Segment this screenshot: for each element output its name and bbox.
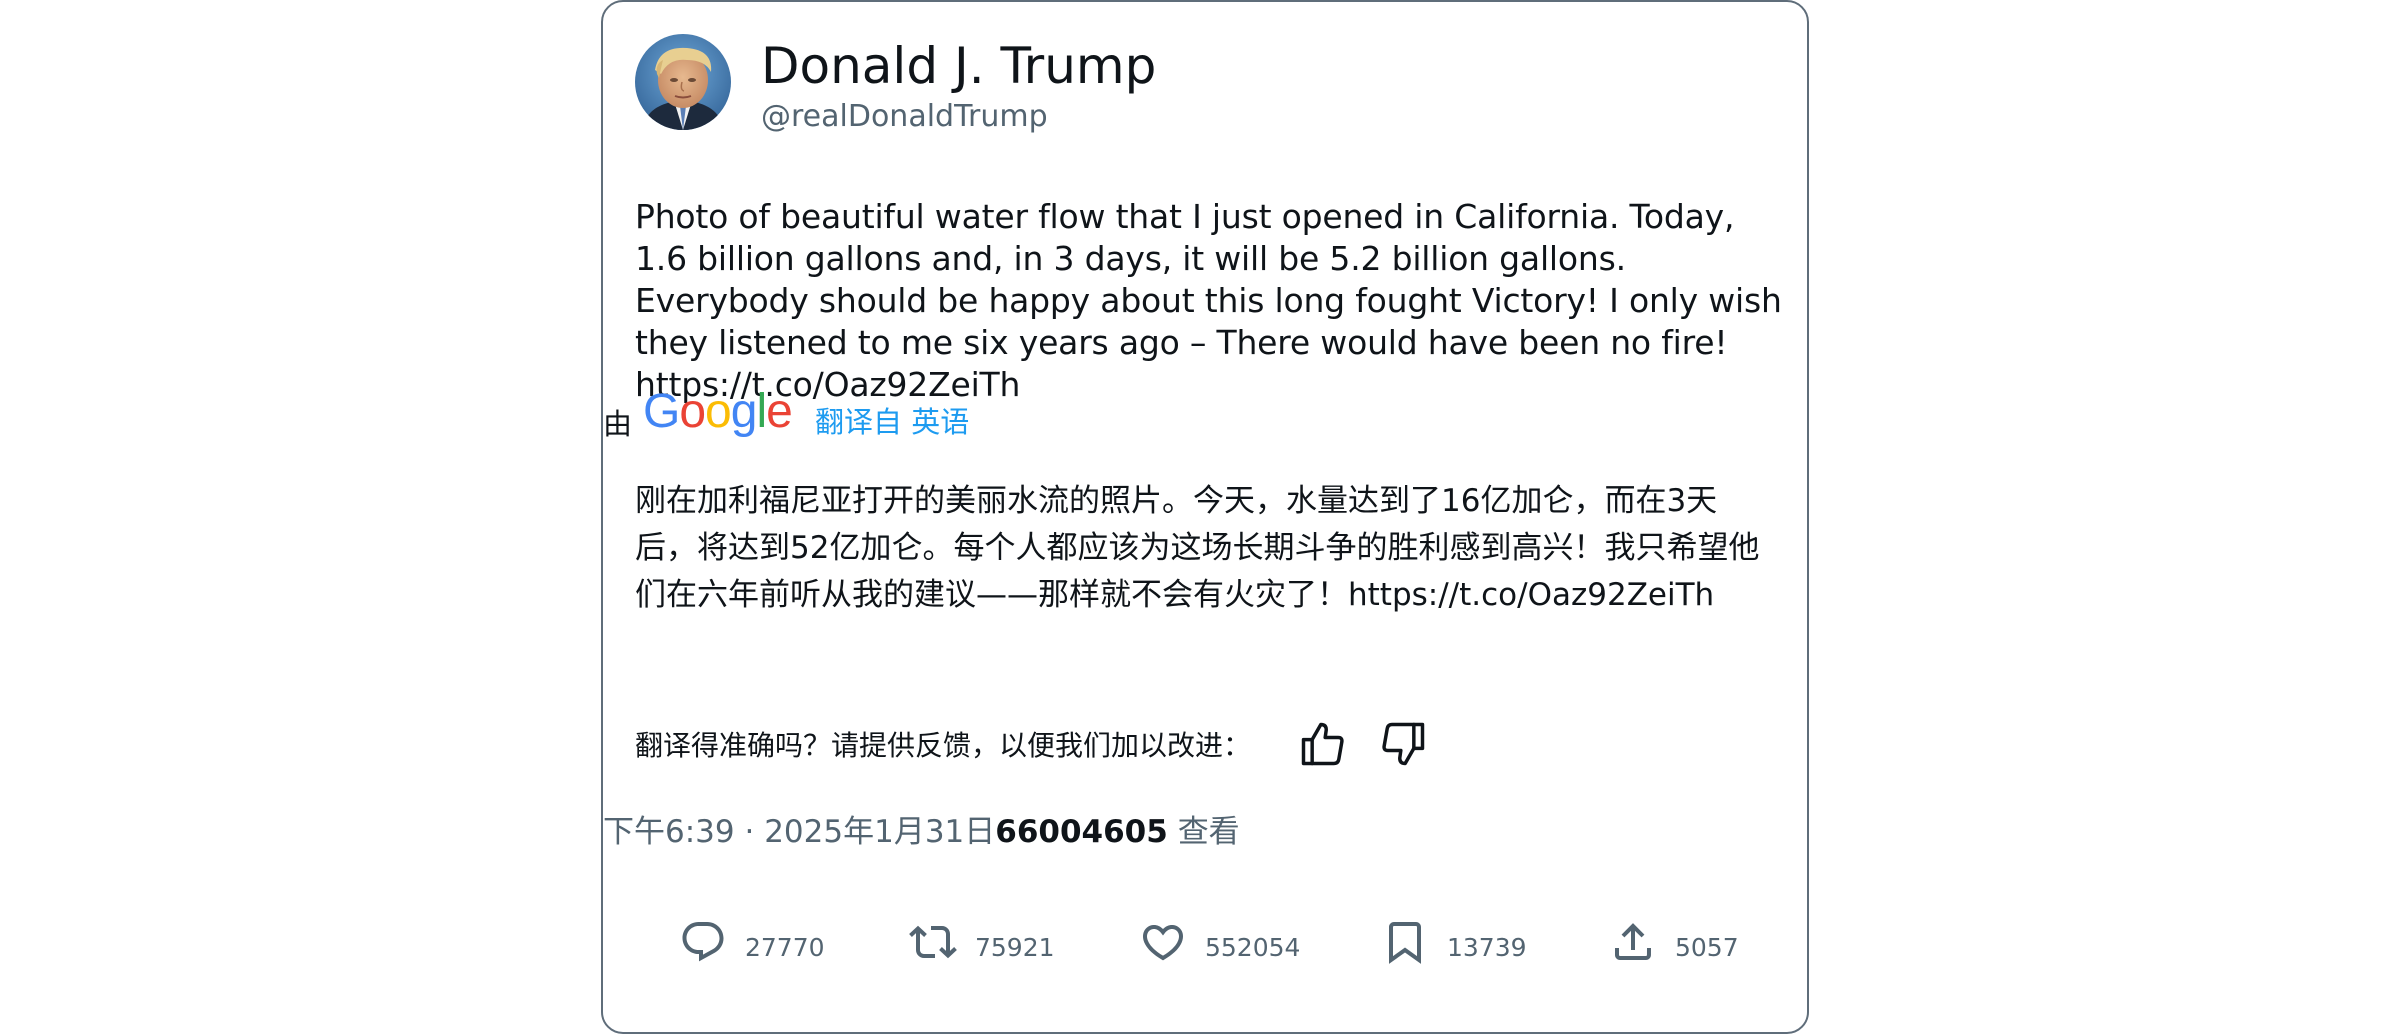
- google-logo: Google: [643, 385, 793, 438]
- author-display-name[interactable]: Donald J. Trump: [761, 36, 1156, 96]
- author-handle[interactable]: @realDonaldTrump: [761, 98, 1048, 136]
- tweet-date[interactable]: 2025年1月31日: [764, 814, 995, 850]
- share-button[interactable]: 5057: [1609, 912, 1759, 972]
- translated-text: 刚在加利福尼亚打开的美丽水流的照片。今天，水量达到了16亿加仑，而在3天后，将达…: [635, 483, 1760, 613]
- feedback-prompt: 翻译得准确吗？请提供反馈，以便我们加以改进：: [635, 729, 1252, 762]
- heart-icon: [1142, 925, 1184, 961]
- tweet-meta: 下午6:39 · 2025年1月31日66004605 查看: [603, 812, 1240, 852]
- tweet-actions: 27770 75921 552054 13739 5057: [603, 912, 1807, 972]
- translation-attribution: 由 Google 翻译自 英语: [603, 382, 1303, 452]
- translation-feedback: 翻译得准确吗？请提供反馈，以便我们加以改进：: [635, 714, 1535, 774]
- thumbs-down-icon[interactable]: [1377, 718, 1429, 770]
- like-button[interactable]: 552054: [1139, 912, 1309, 972]
- meta-separator: ·: [744, 814, 755, 850]
- reply-button[interactable]: 27770: [679, 912, 829, 972]
- retweet-icon: [909, 925, 957, 959]
- bookmark-count: 13739: [1447, 933, 1527, 962]
- bookmark-button[interactable]: 13739: [1381, 912, 1531, 972]
- like-count: 552054: [1205, 933, 1301, 962]
- tweet-text: Photo of beautiful water flow that I jus…: [635, 197, 1782, 404]
- avatar-image: [635, 34, 731, 130]
- tweet-card: Donald J. Trump @realDonaldTrump Photo o…: [601, 0, 1809, 1034]
- reply-count: 27770: [745, 933, 825, 962]
- translated-by-label: 由: [603, 407, 633, 441]
- views-count: 66004605: [995, 814, 1168, 850]
- views-label: 查看: [1177, 814, 1240, 850]
- share-icon: [1615, 923, 1651, 960]
- avatar[interactable]: [635, 34, 731, 130]
- retweet-button[interactable]: 75921: [909, 912, 1069, 972]
- reply-icon: [682, 922, 724, 962]
- tweet-time[interactable]: 下午6:39: [603, 814, 735, 850]
- thumbs-up-icon[interactable]: [1297, 718, 1349, 770]
- bookmark-icon: [1389, 922, 1421, 964]
- retweet-count: 75921: [975, 933, 1055, 962]
- translated-from-link[interactable]: 翻译自 英语: [815, 404, 969, 440]
- share-count: 5057: [1675, 933, 1739, 962]
